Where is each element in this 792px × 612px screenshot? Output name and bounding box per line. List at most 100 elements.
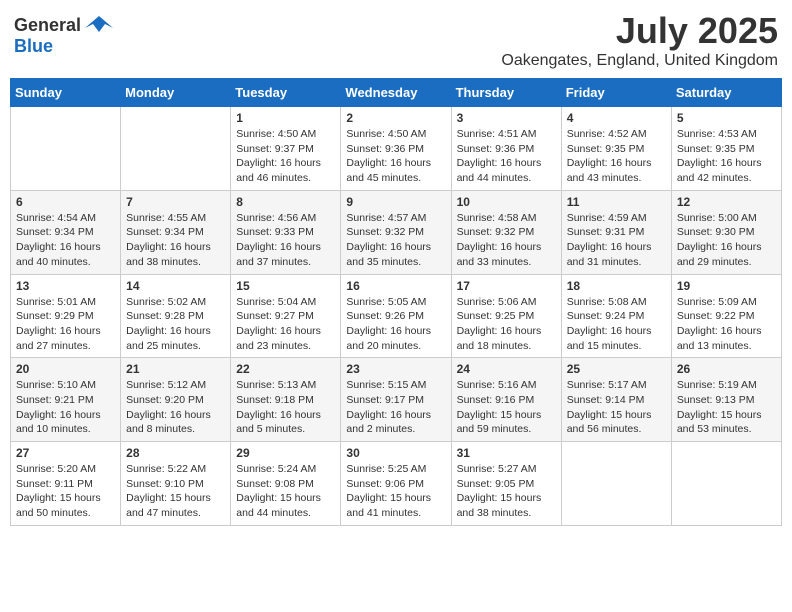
day-number: 25 [567,362,666,376]
day-number: 23 [346,362,445,376]
day-number: 29 [236,446,335,460]
day-number: 3 [457,111,556,125]
calendar-day-header: Monday [121,79,231,107]
logo-text-blue: Blue [14,36,53,56]
calendar-day-cell: 26 Sunrise: 5:19 AM Sunset: 9:13 PM Dayli… [671,358,781,442]
day-info: Sunrise: 4:54 AM Sunset: 9:34 PM Dayligh… [16,211,115,270]
day-number: 1 [236,111,335,125]
title-area: July 2025 Oakengates, England, United Ki… [501,10,778,70]
calendar-day-header: Wednesday [341,79,451,107]
day-info: Sunrise: 5:13 AM Sunset: 9:18 PM Dayligh… [236,378,335,437]
calendar-day-cell: 18 Sunrise: 5:08 AM Sunset: 9:24 PM Dayli… [561,274,671,358]
day-number: 14 [126,279,225,293]
calendar-day-cell: 7 Sunrise: 4:55 AM Sunset: 9:34 PM Daylig… [121,190,231,274]
calendar-day-cell [11,107,121,191]
calendar-day-cell: 20 Sunrise: 5:10 AM Sunset: 9:21 PM Dayli… [11,358,121,442]
day-number: 16 [346,279,445,293]
calendar-week-row: 6 Sunrise: 4:54 AM Sunset: 9:34 PM Daylig… [11,190,782,274]
main-title: July 2025 [501,10,778,52]
calendar-day-cell: 4 Sunrise: 4:52 AM Sunset: 9:35 PM Daylig… [561,107,671,191]
calendar-day-cell: 10 Sunrise: 4:58 AM Sunset: 9:32 PM Dayli… [451,190,561,274]
day-info: Sunrise: 5:00 AM Sunset: 9:30 PM Dayligh… [677,211,776,270]
day-number: 19 [677,279,776,293]
day-info: Sunrise: 4:57 AM Sunset: 9:32 PM Dayligh… [346,211,445,270]
calendar-day-cell: 11 Sunrise: 4:59 AM Sunset: 9:31 PM Dayli… [561,190,671,274]
day-info: Sunrise: 5:09 AM Sunset: 9:22 PM Dayligh… [677,295,776,354]
day-info: Sunrise: 4:52 AM Sunset: 9:35 PM Dayligh… [567,127,666,186]
day-info: Sunrise: 5:06 AM Sunset: 9:25 PM Dayligh… [457,295,556,354]
calendar-day-cell: 12Sunrise: 5:00 AM Sunset: 9:30 PM Dayli… [671,190,781,274]
calendar-day-cell: 30Sunrise: 5:25 AM Sunset: 9:06 PM Dayli… [341,442,451,526]
day-info: Sunrise: 4:56 AM Sunset: 9:33 PM Dayligh… [236,211,335,270]
calendar-week-row: 1 Sunrise: 4:50 AM Sunset: 9:37 PM Daylig… [11,107,782,191]
day-info: Sunrise: 5:08 AM Sunset: 9:24 PM Dayligh… [567,295,666,354]
calendar-day-cell: 21Sunrise: 5:12 AM Sunset: 9:20 PM Dayli… [121,358,231,442]
calendar-day-cell: 31 Sunrise: 5:27 AM Sunset: 9:05 PM Dayli… [451,442,561,526]
calendar-day-cell: 28 Sunrise: 5:22 AM Sunset: 9:10 PM Dayli… [121,442,231,526]
day-number: 22 [236,362,335,376]
day-info: Sunrise: 4:55 AM Sunset: 9:34 PM Dayligh… [126,211,225,270]
day-number: 13 [16,279,115,293]
day-number: 28 [126,446,225,460]
day-info: Sunrise: 4:59 AM Sunset: 9:31 PM Dayligh… [567,211,666,270]
calendar-table: SundayMondayTuesdayWednesdayThursdayFrid… [10,78,782,526]
day-number: 4 [567,111,666,125]
day-number: 2 [346,111,445,125]
calendar-day-cell: 27 Sunrise: 5:20 AM Sunset: 9:11 PM Dayli… [11,442,121,526]
day-info: Sunrise: 4:51 AM Sunset: 9:36 PM Dayligh… [457,127,556,186]
day-info: Sunrise: 5:25 AM Sunset: 9:06 PM Dayligh… [346,462,445,521]
day-info: Sunrise: 5:20 AM Sunset: 9:11 PM Dayligh… [16,462,115,521]
day-number: 10 [457,195,556,209]
logo-bird-icon [85,14,113,36]
day-number: 31 [457,446,556,460]
day-info: Sunrise: 5:24 AM Sunset: 9:08 PM Dayligh… [236,462,335,521]
calendar-week-row: 13 Sunrise: 5:01 AM Sunset: 9:29 PM Dayli… [11,274,782,358]
day-info: Sunrise: 4:50 AM Sunset: 9:37 PM Dayligh… [236,127,335,186]
day-info: Sunrise: 5:17 AM Sunset: 9:14 PM Dayligh… [567,378,666,437]
calendar-week-row: 20 Sunrise: 5:10 AM Sunset: 9:21 PM Dayli… [11,358,782,442]
day-info: Sunrise: 5:19 AM Sunset: 9:13 PM Dayligh… [677,378,776,437]
calendar-week-row: 27 Sunrise: 5:20 AM Sunset: 9:11 PM Dayli… [11,442,782,526]
day-info: Sunrise: 5:10 AM Sunset: 9:21 PM Dayligh… [16,378,115,437]
calendar-day-cell: 16 Sunrise: 5:05 AM Sunset: 9:26 PM Dayli… [341,274,451,358]
day-info: Sunrise: 5:16 AM Sunset: 9:16 PM Dayligh… [457,378,556,437]
day-number: 21 [126,362,225,376]
calendar-day-cell: 13 Sunrise: 5:01 AM Sunset: 9:29 PM Dayli… [11,274,121,358]
calendar-day-cell: 3 Sunrise: 4:51 AM Sunset: 9:36 PM Daylig… [451,107,561,191]
day-number: 27 [16,446,115,460]
day-info: Sunrise: 5:01 AM Sunset: 9:29 PM Dayligh… [16,295,115,354]
calendar-day-cell: 17Sunrise: 5:06 AM Sunset: 9:25 PM Dayli… [451,274,561,358]
day-info: Sunrise: 5:22 AM Sunset: 9:10 PM Dayligh… [126,462,225,521]
day-info: Sunrise: 4:58 AM Sunset: 9:32 PM Dayligh… [457,211,556,270]
calendar-day-header: Friday [561,79,671,107]
logo: General Blue [14,14,113,57]
day-info: Sunrise: 5:05 AM Sunset: 9:26 PM Dayligh… [346,295,445,354]
day-info: Sunrise: 5:04 AM Sunset: 9:27 PM Dayligh… [236,295,335,354]
day-number: 9 [346,195,445,209]
calendar-day-cell: 29 Sunrise: 5:24 AM Sunset: 9:08 PM Dayli… [231,442,341,526]
day-number: 7 [126,195,225,209]
day-info: Sunrise: 5:02 AM Sunset: 9:28 PM Dayligh… [126,295,225,354]
day-number: 20 [16,362,115,376]
day-number: 8 [236,195,335,209]
day-number: 6 [16,195,115,209]
day-info: Sunrise: 5:27 AM Sunset: 9:05 PM Dayligh… [457,462,556,521]
calendar-day-cell: 8 Sunrise: 4:56 AM Sunset: 9:33 PM Daylig… [231,190,341,274]
calendar-day-cell [561,442,671,526]
calendar-day-cell: 14 Sunrise: 5:02 AM Sunset: 9:28 PM Dayli… [121,274,231,358]
calendar-day-header: Thursday [451,79,561,107]
calendar-day-cell: 2Sunrise: 4:50 AM Sunset: 9:36 PM Daylig… [341,107,451,191]
calendar-day-header: Tuesday [231,79,341,107]
day-number: 11 [567,195,666,209]
day-number: 15 [236,279,335,293]
day-number: 26 [677,362,776,376]
calendar-day-cell: 15 Sunrise: 5:04 AM Sunset: 9:27 PM Dayli… [231,274,341,358]
page-header: General Blue July 2025 Oakengates, Engla… [10,10,782,70]
day-number: 18 [567,279,666,293]
day-number: 5 [677,111,776,125]
subtitle: Oakengates, England, United Kingdom [501,52,778,70]
calendar-day-cell: 6 Sunrise: 4:54 AM Sunset: 9:34 PM Daylig… [11,190,121,274]
calendar-day-cell: 23Sunrise: 5:15 AM Sunset: 9:17 PM Dayli… [341,358,451,442]
calendar-day-cell: 9 Sunrise: 4:57 AM Sunset: 9:32 PM Daylig… [341,190,451,274]
calendar-day-cell [121,107,231,191]
